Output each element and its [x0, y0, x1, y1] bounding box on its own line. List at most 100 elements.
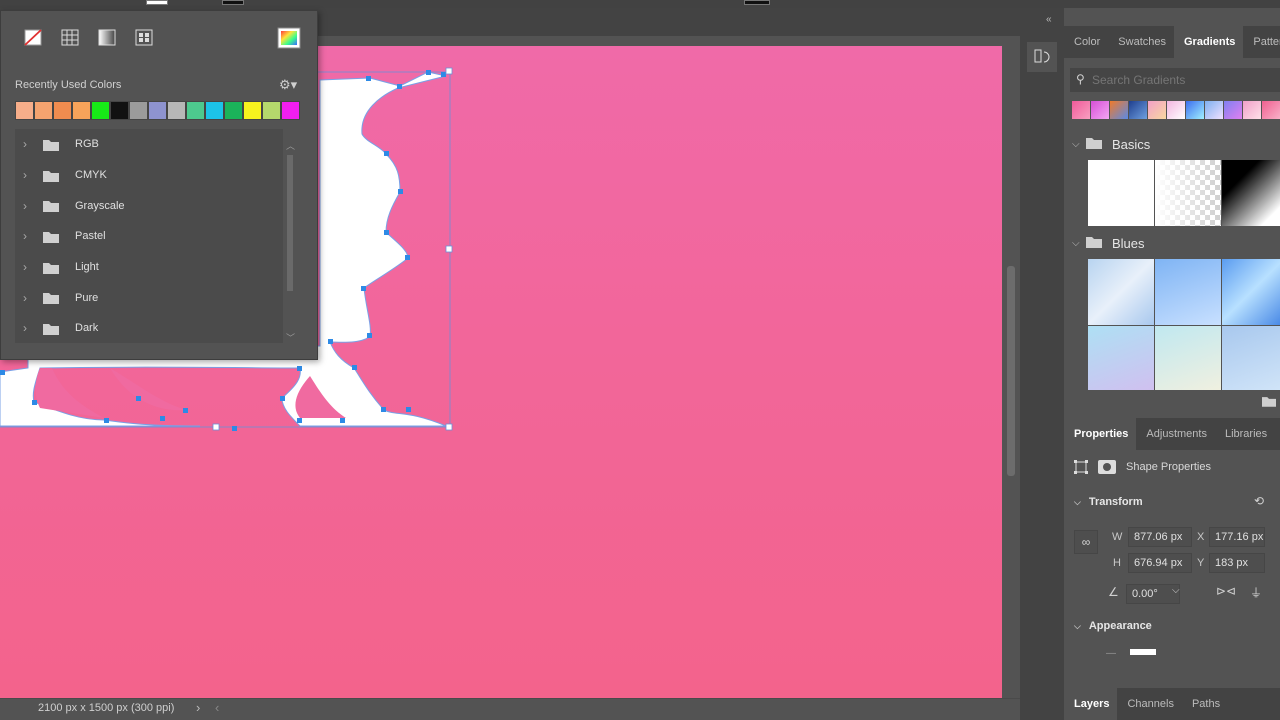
reset-transform-icon[interactable]: ⟲: [1254, 494, 1264, 508]
gradient-tile-transparent[interactable]: [1155, 160, 1221, 226]
transform-bounds-icon[interactable]: [1074, 460, 1088, 474]
link-icon[interactable]: ∞: [1074, 530, 1098, 554]
scroll-up-icon[interactable]: ︿: [286, 139, 295, 152]
recent-gradient-swatch[interactable]: [1186, 101, 1204, 119]
gradient-tile-blue[interactable]: [1088, 326, 1154, 390]
fill-swatch-icon[interactable]: —: [1106, 648, 1116, 659]
tab-channels[interactable]: Channels: [1117, 688, 1181, 720]
tab-paths[interactable]: Paths: [1182, 688, 1228, 720]
vertical-scrollbar[interactable]: [1004, 46, 1018, 698]
status-menu-chevron[interactable]: ›: [196, 700, 200, 715]
recent-color-swatch[interactable]: [243, 101, 262, 120]
recent-color-swatch[interactable]: [281, 101, 300, 120]
gradient-tile-blue[interactable]: [1155, 326, 1221, 390]
recent-color-swatch[interactable]: [262, 101, 281, 120]
gradient-tile-blue[interactable]: [1155, 259, 1221, 325]
recent-gradient-swatch[interactable]: [1243, 101, 1261, 119]
recent-gradient-swatch[interactable]: [1148, 101, 1166, 119]
search-gradients-input[interactable]: [1092, 70, 1272, 90]
width-field[interactable]: 877.06 px: [1128, 527, 1192, 547]
fill-swatch[interactable]: [146, 0, 168, 5]
swatch-group-item[interactable]: › Pastel: [15, 221, 283, 252]
folder-icon: [43, 262, 59, 274]
recent-color-swatch[interactable]: [186, 101, 205, 120]
height-field[interactable]: 676.94 px: [1128, 553, 1192, 573]
pattern-button[interactable]: [133, 27, 157, 49]
recent-color-swatch[interactable]: [205, 101, 224, 120]
recent-gradient-swatch[interactable]: [1091, 101, 1109, 119]
gear-icon[interactable]: ⚙▾: [279, 77, 297, 93]
shape-mask-icon[interactable]: [1098, 460, 1116, 474]
tab-properties[interactable]: Properties: [1064, 418, 1137, 450]
color-picker-button[interactable]: [277, 27, 301, 49]
recent-color-swatch[interactable]: [224, 101, 243, 120]
collapse-panels-icon[interactable]: «: [1046, 14, 1052, 25]
gradient-group-basics[interactable]: ⌵ Basics: [1064, 131, 1280, 157]
recent-color-swatch[interactable]: [15, 101, 34, 120]
stroke-swatch[interactable]: [222, 0, 244, 5]
gradient-search[interactable]: ⚲: [1070, 68, 1280, 92]
recent-gradient-swatch[interactable]: [1110, 101, 1128, 119]
x-field[interactable]: 177.16 px: [1209, 527, 1265, 547]
appearance-section-header[interactable]: ⌵ Appearance: [1074, 620, 1152, 632]
tab-libraries[interactable]: Libraries: [1215, 418, 1275, 450]
angle-dropdown-chevron-icon[interactable]: ⌵: [1172, 585, 1180, 596]
recent-gradient-swatch[interactable]: [1224, 101, 1242, 119]
chevron-right-icon[interactable]: ›: [23, 229, 37, 243]
shape-preview[interactable]: [744, 0, 770, 5]
chevron-right-icon[interactable]: ›: [23, 137, 37, 151]
gradient-group-blues[interactable]: ⌵ Blues: [1064, 230, 1280, 256]
no-fill-button[interactable]: [22, 27, 46, 49]
history-panel-button[interactable]: [1027, 42, 1057, 72]
gradient-tile-blue[interactable]: [1222, 326, 1280, 390]
chevron-right-icon[interactable]: ›: [23, 260, 37, 274]
chevron-right-icon[interactable]: ›: [23, 321, 37, 335]
y-field[interactable]: 183 px: [1209, 553, 1265, 573]
flip-horizontal-icon[interactable]: ⊳⊲: [1216, 584, 1236, 598]
recent-gradient-swatch[interactable]: [1205, 101, 1223, 119]
recent-color-swatch[interactable]: [148, 101, 167, 120]
swatch-list-scroll-thumb[interactable]: [287, 155, 293, 291]
swatch-group-item[interactable]: › RGB: [15, 129, 283, 160]
tab-color[interactable]: Color: [1064, 26, 1108, 58]
chevron-right-icon[interactable]: ›: [23, 168, 37, 182]
swatch-group-item[interactable]: › Light: [15, 252, 283, 283]
tab-gradients[interactable]: Gradients: [1174, 26, 1244, 58]
new-group-folder-icon[interactable]: [1262, 396, 1276, 410]
solid-color-button[interactable]: [59, 27, 83, 49]
stroke-swatch-icon[interactable]: [1130, 649, 1156, 655]
swatch-group-item[interactable]: › Pure: [15, 282, 283, 313]
gradient-tile-white[interactable]: [1088, 160, 1154, 226]
gradient-button[interactable]: [96, 27, 120, 49]
recent-color-swatch[interactable]: [110, 101, 129, 120]
vertical-scroll-thumb[interactable]: [1007, 266, 1015, 476]
recent-color-swatch[interactable]: [129, 101, 148, 120]
flip-vertical-icon[interactable]: ⏚: [1250, 584, 1262, 601]
recent-gradient-swatch[interactable]: [1167, 101, 1185, 119]
recent-color-swatch[interactable]: [72, 101, 91, 120]
transform-section-header[interactable]: ⌵ Transform: [1074, 496, 1143, 508]
recent-color-swatch[interactable]: [53, 101, 72, 120]
gradient-tile-black-white[interactable]: [1222, 160, 1280, 226]
tab-adjustments[interactable]: Adjustments: [1136, 418, 1215, 450]
gradient-tile-blue[interactable]: [1088, 259, 1154, 325]
tab-swatches[interactable]: Swatches: [1108, 26, 1174, 58]
recent-gradient-swatch[interactable]: [1129, 101, 1147, 119]
swatch-list-scrollbar[interactable]: ︿ ﹀: [285, 139, 295, 349]
swatch-group-item[interactable]: › Grayscale: [15, 190, 283, 221]
gradient-tile-blue[interactable]: [1222, 259, 1280, 325]
recent-color-swatch[interactable]: [167, 101, 186, 120]
folder-icon: [43, 323, 59, 335]
recent-gradient-swatch[interactable]: [1072, 101, 1090, 119]
swatch-group-item[interactable]: › Dark: [15, 313, 283, 344]
tab-layers[interactable]: Layers: [1064, 688, 1118, 720]
chevron-right-icon[interactable]: ›: [23, 199, 37, 213]
scroll-left-arrow[interactable]: ‹: [215, 700, 219, 715]
chevron-right-icon[interactable]: ›: [23, 291, 37, 305]
tab-patter[interactable]: Patter: [1243, 26, 1280, 58]
scroll-down-icon[interactable]: ﹀: [286, 331, 295, 344]
recent-color-swatch[interactable]: [34, 101, 53, 120]
swatch-group-item[interactable]: › CMYK: [15, 160, 283, 191]
recent-color-swatch[interactable]: [91, 101, 110, 120]
recent-gradient-swatch[interactable]: [1262, 101, 1280, 119]
